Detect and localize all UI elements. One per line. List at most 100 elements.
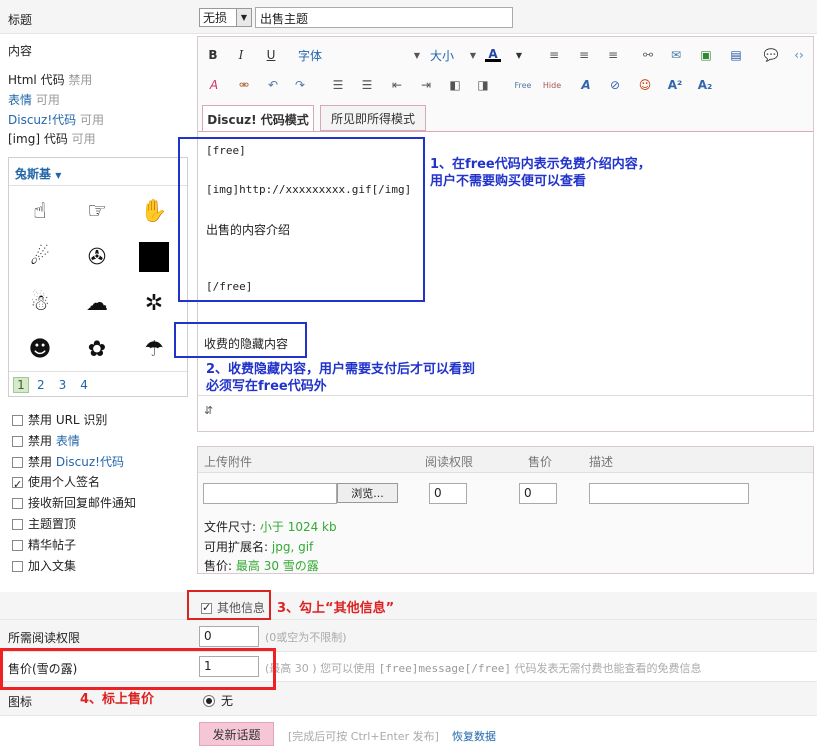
page-3[interactable]: 3	[59, 378, 67, 392]
smiley-item[interactable]	[137, 240, 171, 274]
checkbox[interactable]	[12, 475, 23, 496]
checkbox[interactable]	[12, 518, 23, 530]
checkbox[interactable]	[12, 498, 23, 510]
attach-price-info: 售价: 最高 30 雪の露	[204, 559, 319, 573]
attach-col-upload: 上传附件	[204, 455, 253, 469]
smiley-panel: 兔斯基 ▼ ☝ ☞ ✋ ☄ ✇ ☃ ☁ ✲ ☻ ✿ ☂ 1 2 3 4	[8, 157, 188, 397]
unlink-icon[interactable]: ⚮	[236, 77, 252, 93]
chevron-down-icon[interactable]: ▼	[236, 9, 251, 26]
other-info-band	[0, 592, 817, 620]
remove-format-icon[interactable]: A	[206, 77, 222, 93]
smiley-item[interactable]: ☄	[23, 240, 57, 274]
indent-icon[interactable]: ⇥	[418, 77, 434, 93]
smiley-item[interactable]: ☁	[80, 286, 114, 320]
redo-icon[interactable]: ↷	[292, 77, 308, 93]
ordered-list-icon[interactable]: ☰	[330, 77, 346, 93]
smiley-item[interactable]: ✇	[80, 240, 114, 274]
page-4[interactable]: 4	[80, 378, 88, 392]
font-select[interactable]: 字体 ▼	[298, 45, 420, 65]
browse-button[interactable]: 浏览...	[337, 483, 398, 503]
attach-col-perm: 阅读权限	[425, 455, 474, 469]
underline-button[interactable]: U	[263, 45, 279, 65]
options-list: 禁用 URL 识别 禁用 表情 禁用 Discuz!代码 使用个人签名 接收新回…	[12, 410, 136, 576]
option-collection[interactable]: 加入文集	[12, 556, 136, 577]
attach-header	[198, 447, 813, 473]
media-icon[interactable]: ▤	[728, 47, 744, 63]
smiley-item[interactable]: ✿	[80, 332, 114, 366]
smiley-item[interactable]: ✲	[137, 286, 171, 320]
attach-price-input[interactable]: 0	[519, 483, 557, 504]
option-disable-url[interactable]: 禁用 URL 识别	[12, 410, 136, 431]
read-perm-hint: (0或空为不限制)	[265, 631, 347, 644]
smiley-item[interactable]: ☝	[23, 194, 57, 228]
subscript-icon[interactable]: A₂	[697, 77, 713, 93]
code-icon[interactable]: ‹›	[791, 47, 807, 63]
option-signature[interactable]: 使用个人签名	[12, 472, 136, 496]
tab-discuz-code[interactable]: Discuz! 代码模式	[202, 105, 314, 132]
read-perm-input[interactable]: 0	[199, 626, 259, 647]
font-style-icon[interactable]: A	[578, 77, 594, 93]
tab-wysiwyg[interactable]: 所见即所得模式	[320, 105, 426, 131]
annotation-4: 4、标上售价	[80, 692, 155, 707]
img-code-help: [img] 代码 可用	[8, 132, 96, 146]
superscript-icon[interactable]: A²	[667, 77, 683, 93]
align-left-icon[interactable]: ≡	[546, 47, 562, 63]
float-right-icon[interactable]: ◨	[475, 77, 491, 93]
annotation-2: 2、收费隐藏内容，用户需要支付后才可以看到 必须写在free代码外	[206, 362, 476, 394]
checkbox[interactable]	[12, 435, 23, 447]
resize-handle-icon[interactable]: ⇵	[204, 404, 213, 417]
smiley-item[interactable]: ☻	[23, 332, 57, 366]
submit-button[interactable]: 发新话题	[199, 722, 274, 746]
unordered-list-icon[interactable]: ☰	[359, 77, 375, 93]
flash-icon[interactable]: ⊘	[607, 77, 623, 93]
page-2[interactable]: 2	[37, 378, 45, 392]
option-sticky[interactable]: 主题置顶	[12, 514, 136, 535]
attach-desc-input[interactable]	[589, 483, 749, 504]
discuz-code-help[interactable]: Discuz!代码 可用	[8, 111, 104, 128]
subject-input[interactable]: 出售主题	[255, 7, 513, 28]
radio-selected-icon[interactable]	[203, 694, 215, 707]
italic-button[interactable]: I	[233, 45, 249, 65]
undo-icon[interactable]: ↶	[265, 77, 281, 93]
file-path-input[interactable]	[203, 483, 337, 504]
checkbox[interactable]	[12, 539, 23, 551]
smiley-item[interactable]: ☂	[137, 332, 171, 366]
checkbox[interactable]	[12, 415, 23, 426]
option-disable-discuz[interactable]: 禁用 Discuz!代码	[12, 452, 136, 473]
page-1[interactable]: 1	[13, 376, 29, 393]
option-digest[interactable]: 精华帖子	[12, 535, 136, 556]
annotation-3: 3、勾上“其他信息”	[277, 601, 395, 616]
bold-button[interactable]: B	[205, 45, 221, 65]
chevron-down-icon[interactable]: ▼	[514, 45, 524, 65]
type-select[interactable]: 无损 ▼	[199, 8, 252, 27]
smiley-item[interactable]: ☃	[23, 286, 57, 320]
font-color-button[interactable]: A	[484, 44, 502, 64]
option-disable-smiley[interactable]: 禁用 表情	[12, 431, 136, 452]
free-tag-icon[interactable]: Free	[512, 77, 534, 93]
attach-size-info: 文件尺寸: 小于 1024 kb	[204, 520, 337, 534]
chevron-down-icon: ▼	[413, 50, 420, 60]
smiley-item[interactable]: ✋	[137, 194, 171, 228]
checkbox[interactable]	[12, 560, 23, 572]
checkbox[interactable]	[12, 456, 23, 468]
annotation-box-other-info	[187, 590, 271, 620]
image-icon[interactable]: ▣	[698, 47, 714, 63]
qq-icon[interactable]: ☺	[637, 77, 653, 93]
float-left-icon[interactable]: ◧	[447, 77, 463, 93]
restore-data-link[interactable]: 恢复数据	[452, 728, 496, 744]
align-right-icon[interactable]: ≡	[605, 47, 621, 63]
align-center-icon[interactable]: ≡	[576, 47, 592, 63]
link-icon[interactable]: ⚯	[640, 47, 656, 63]
size-select[interactable]: 大小 ▼	[430, 45, 476, 65]
icon-radio-none[interactable]: 无	[203, 692, 233, 709]
outdent-icon[interactable]: ⇤	[389, 77, 405, 93]
smiley-panel-header[interactable]: 兔斯基 ▼	[9, 158, 187, 186]
smiley-item[interactable]: ☞	[80, 194, 114, 228]
option-email-notify[interactable]: 接收新回复邮件通知	[12, 493, 136, 514]
hide-tag-icon[interactable]: Hide	[541, 77, 563, 93]
email-icon[interactable]: ✉	[668, 47, 684, 63]
smiley-code-help[interactable]: 表情 可用	[8, 91, 60, 108]
attach-perm-input[interactable]: 0	[429, 483, 467, 504]
quote-icon[interactable]: 💬	[763, 47, 779, 63]
chevron-down-icon: ▼	[469, 50, 476, 60]
